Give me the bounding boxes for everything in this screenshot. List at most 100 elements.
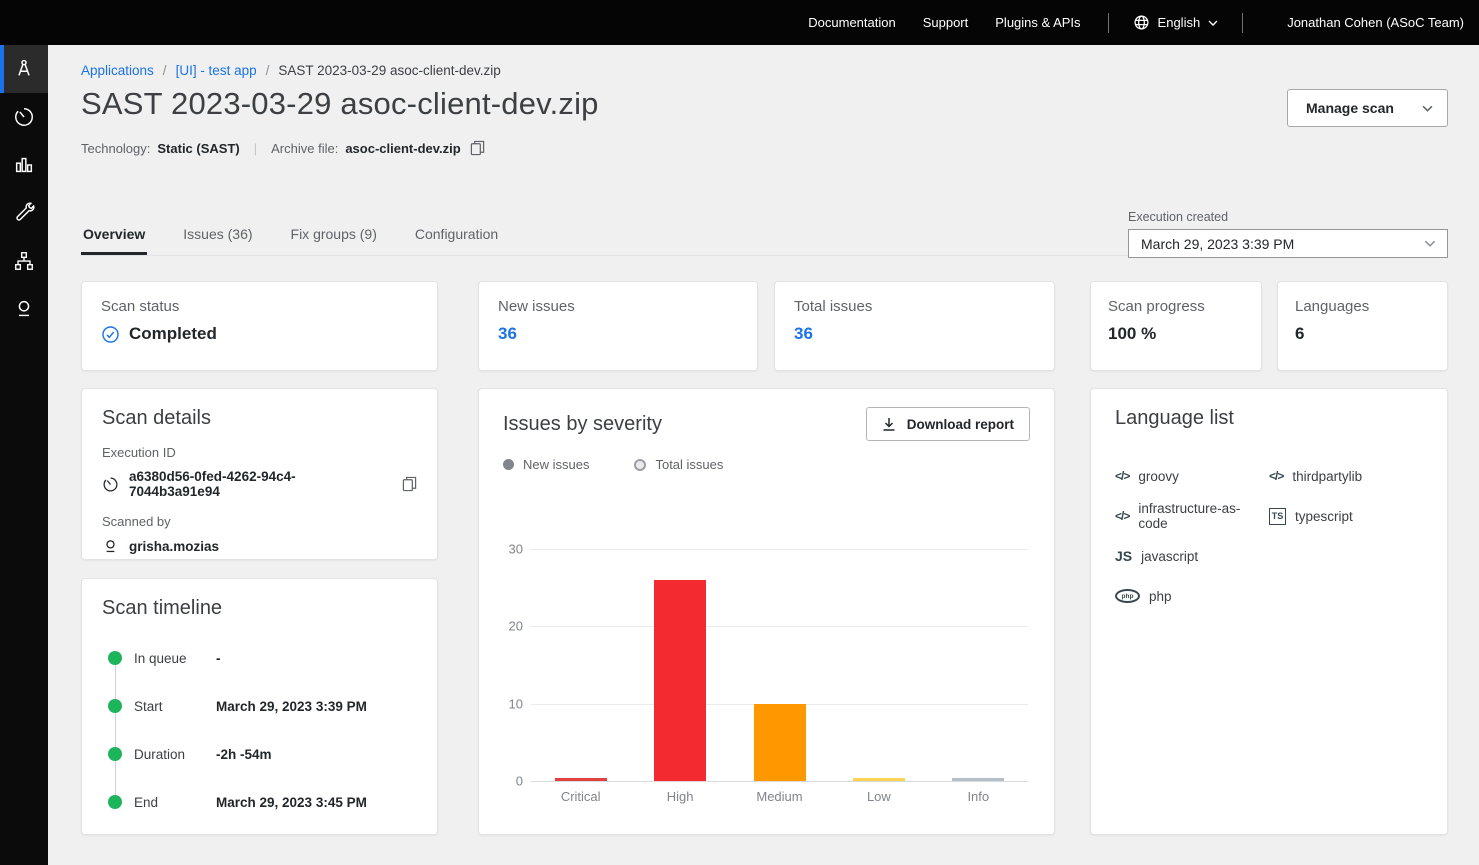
timeline-label: Duration (134, 747, 216, 762)
main-content: Applications / [UI] - test app / SAST 20… (48, 45, 1479, 865)
severity-bar-medium[interactable] (754, 704, 806, 781)
user-menu[interactable]: Jonathan Cohen (ASoC Team) (1287, 15, 1464, 30)
breadcrumb: Applications / [UI] - test app / SAST 20… (81, 63, 1448, 78)
timeline-item-end: End March 29, 2023 3:45 PM (108, 778, 417, 826)
breadcrumb-separator: / (163, 63, 167, 78)
language-item-thirdpartylib: </> thirdpartylib (1269, 456, 1423, 496)
legend-new-issues[interactable]: New issues (503, 457, 589, 472)
download-report-button[interactable]: Download report (866, 407, 1030, 441)
sidebar-item-applications[interactable] (0, 45, 48, 93)
copy-icon[interactable] (470, 140, 485, 156)
execution-created-label: Execution created (1128, 210, 1448, 224)
scanned-by-label: Scanned by (102, 514, 417, 529)
code-icon: </> (1115, 509, 1129, 523)
breadcrumb-separator: / (266, 63, 270, 78)
severity-bar-high[interactable] (654, 580, 706, 781)
scan-details-card: Scan details Execution ID a6380d56-0fed-… (81, 388, 438, 560)
technology-value: Static (SAST) (157, 141, 239, 156)
tab-fix-groups[interactable]: Fix groups (9) (289, 218, 379, 255)
plugins-apis-link[interactable]: Plugins & APIs (995, 15, 1080, 30)
timeline-dot (108, 747, 122, 761)
x-category-label-high: High (630, 789, 729, 804)
timeline-item-in-queue: In queue - (108, 634, 417, 682)
sidebar-item-tools[interactable] (0, 189, 48, 237)
x-category-label-low: Low (829, 789, 928, 804)
archive-file-value: asoc-client-dev.zip (345, 141, 460, 156)
timeline-value: March 29, 2023 3:39 PM (216, 699, 367, 714)
user-icon (13, 298, 35, 320)
wrench-icon (13, 202, 35, 224)
scan-progress-card: Scan progress 100 % (1090, 281, 1262, 371)
sidebar-item-profile[interactable] (0, 285, 48, 333)
gridline-20 (531, 626, 1028, 627)
sidebar-item-reports[interactable] (0, 141, 48, 189)
timeline-dot (108, 795, 122, 809)
scan-meta-row: Technology: Static (SAST) | Archive file… (81, 140, 1448, 156)
language-item-javascript: JS javascript (1115, 536, 1269, 576)
download-icon (882, 417, 896, 432)
language-label: typescript (1295, 509, 1353, 524)
total-issues-label: Total issues (794, 298, 1035, 315)
issues-by-severity-card: Issues by severity Download report New (478, 388, 1055, 835)
tab-overview[interactable]: Overview (81, 218, 147, 255)
y-tick-label: 20 (493, 619, 523, 634)
legend-label: Total issues (655, 457, 723, 472)
hierarchy-icon (13, 250, 35, 272)
chevron-down-icon (1208, 20, 1218, 26)
language-item-php: php php (1115, 576, 1269, 616)
code-icon: </> (1115, 469, 1129, 483)
issues-chart-title: Issues by severity (503, 413, 662, 436)
severity-chart-categories: CriticalHighMediumLowInfo (531, 789, 1028, 809)
top-bar: Documentation Support Plugins & APIs Eng… (0, 0, 1479, 45)
scan-timeline-card: Scan timeline In queue - Start March 29,… (81, 578, 438, 835)
severity-chart-plot: 0102030 (531, 549, 1028, 781)
legend-label: New issues (523, 457, 589, 472)
execution-id-value: a6380d56-0fed-4262-94c4-7044b3a91e94 (129, 469, 383, 499)
timeline-label: Start (134, 699, 216, 714)
documentation-link[interactable]: Documentation (808, 15, 895, 30)
scan-progress-label: Scan progress (1108, 298, 1244, 315)
legend-total-issues[interactable]: Total issues (634, 457, 723, 472)
chevron-down-icon (1424, 240, 1436, 247)
sidebar-item-scans[interactable] (0, 93, 48, 141)
timeline-item-start: Start March 29, 2023 3:39 PM (108, 682, 417, 730)
manage-scan-button[interactable]: Manage scan (1287, 89, 1448, 127)
sidebar-item-organization[interactable] (0, 237, 48, 285)
x-category-label-info: Info (929, 789, 1028, 804)
chart-legend: New issues Total issues (503, 457, 1030, 472)
copy-icon[interactable] (402, 476, 417, 492)
language-label: English (1158, 15, 1201, 30)
bar-chart-icon (13, 154, 35, 176)
tab-configuration[interactable]: Configuration (413, 218, 500, 255)
breadcrumb-applications[interactable]: Applications (81, 63, 154, 78)
gauge-icon (102, 476, 119, 493)
tab-issues[interactable]: Issues (36) (181, 218, 254, 255)
support-link[interactable]: Support (923, 15, 969, 30)
scan-details-title: Scan details (102, 407, 417, 430)
new-issues-value: 36 (498, 324, 738, 344)
scan-status-value: Completed (129, 324, 217, 344)
language-selector[interactable]: English (1133, 14, 1219, 31)
divider: | (254, 141, 257, 156)
new-issues-card: New issues 36 (478, 281, 758, 371)
technology-label: Technology: (81, 141, 150, 156)
scan-status-label: Scan status (101, 298, 418, 315)
execution-created-control: Execution created March 29, 2023 3:39 PM (1128, 210, 1448, 258)
execution-created-value: March 29, 2023 3:39 PM (1141, 236, 1294, 252)
severity-bar-info[interactable] (952, 778, 1004, 781)
scanned-by-value: grisha.mozias (129, 539, 219, 554)
severity-chart: 0102030 CriticalHighMediumLowInfo (531, 549, 1028, 809)
breadcrumb-app[interactable]: [UI] - test app (176, 63, 257, 78)
chevron-down-icon (1422, 105, 1433, 112)
timeline-dot (108, 651, 122, 665)
language-item-typescript: TS typescript (1269, 496, 1423, 536)
timeline-label: In queue (134, 651, 216, 666)
compass-icon (13, 58, 35, 80)
severity-bar-low[interactable] (853, 778, 905, 781)
severity-bar-critical[interactable] (555, 778, 607, 781)
timeline: In queue - Start March 29, 2023 3:39 PM … (108, 634, 417, 826)
execution-created-select[interactable]: March 29, 2023 3:39 PM (1128, 229, 1448, 258)
legend-dot-icon (503, 459, 514, 470)
scan-status-card: Scan status Completed (81, 281, 438, 371)
language-label: infrastructure-as-code (1138, 501, 1269, 531)
